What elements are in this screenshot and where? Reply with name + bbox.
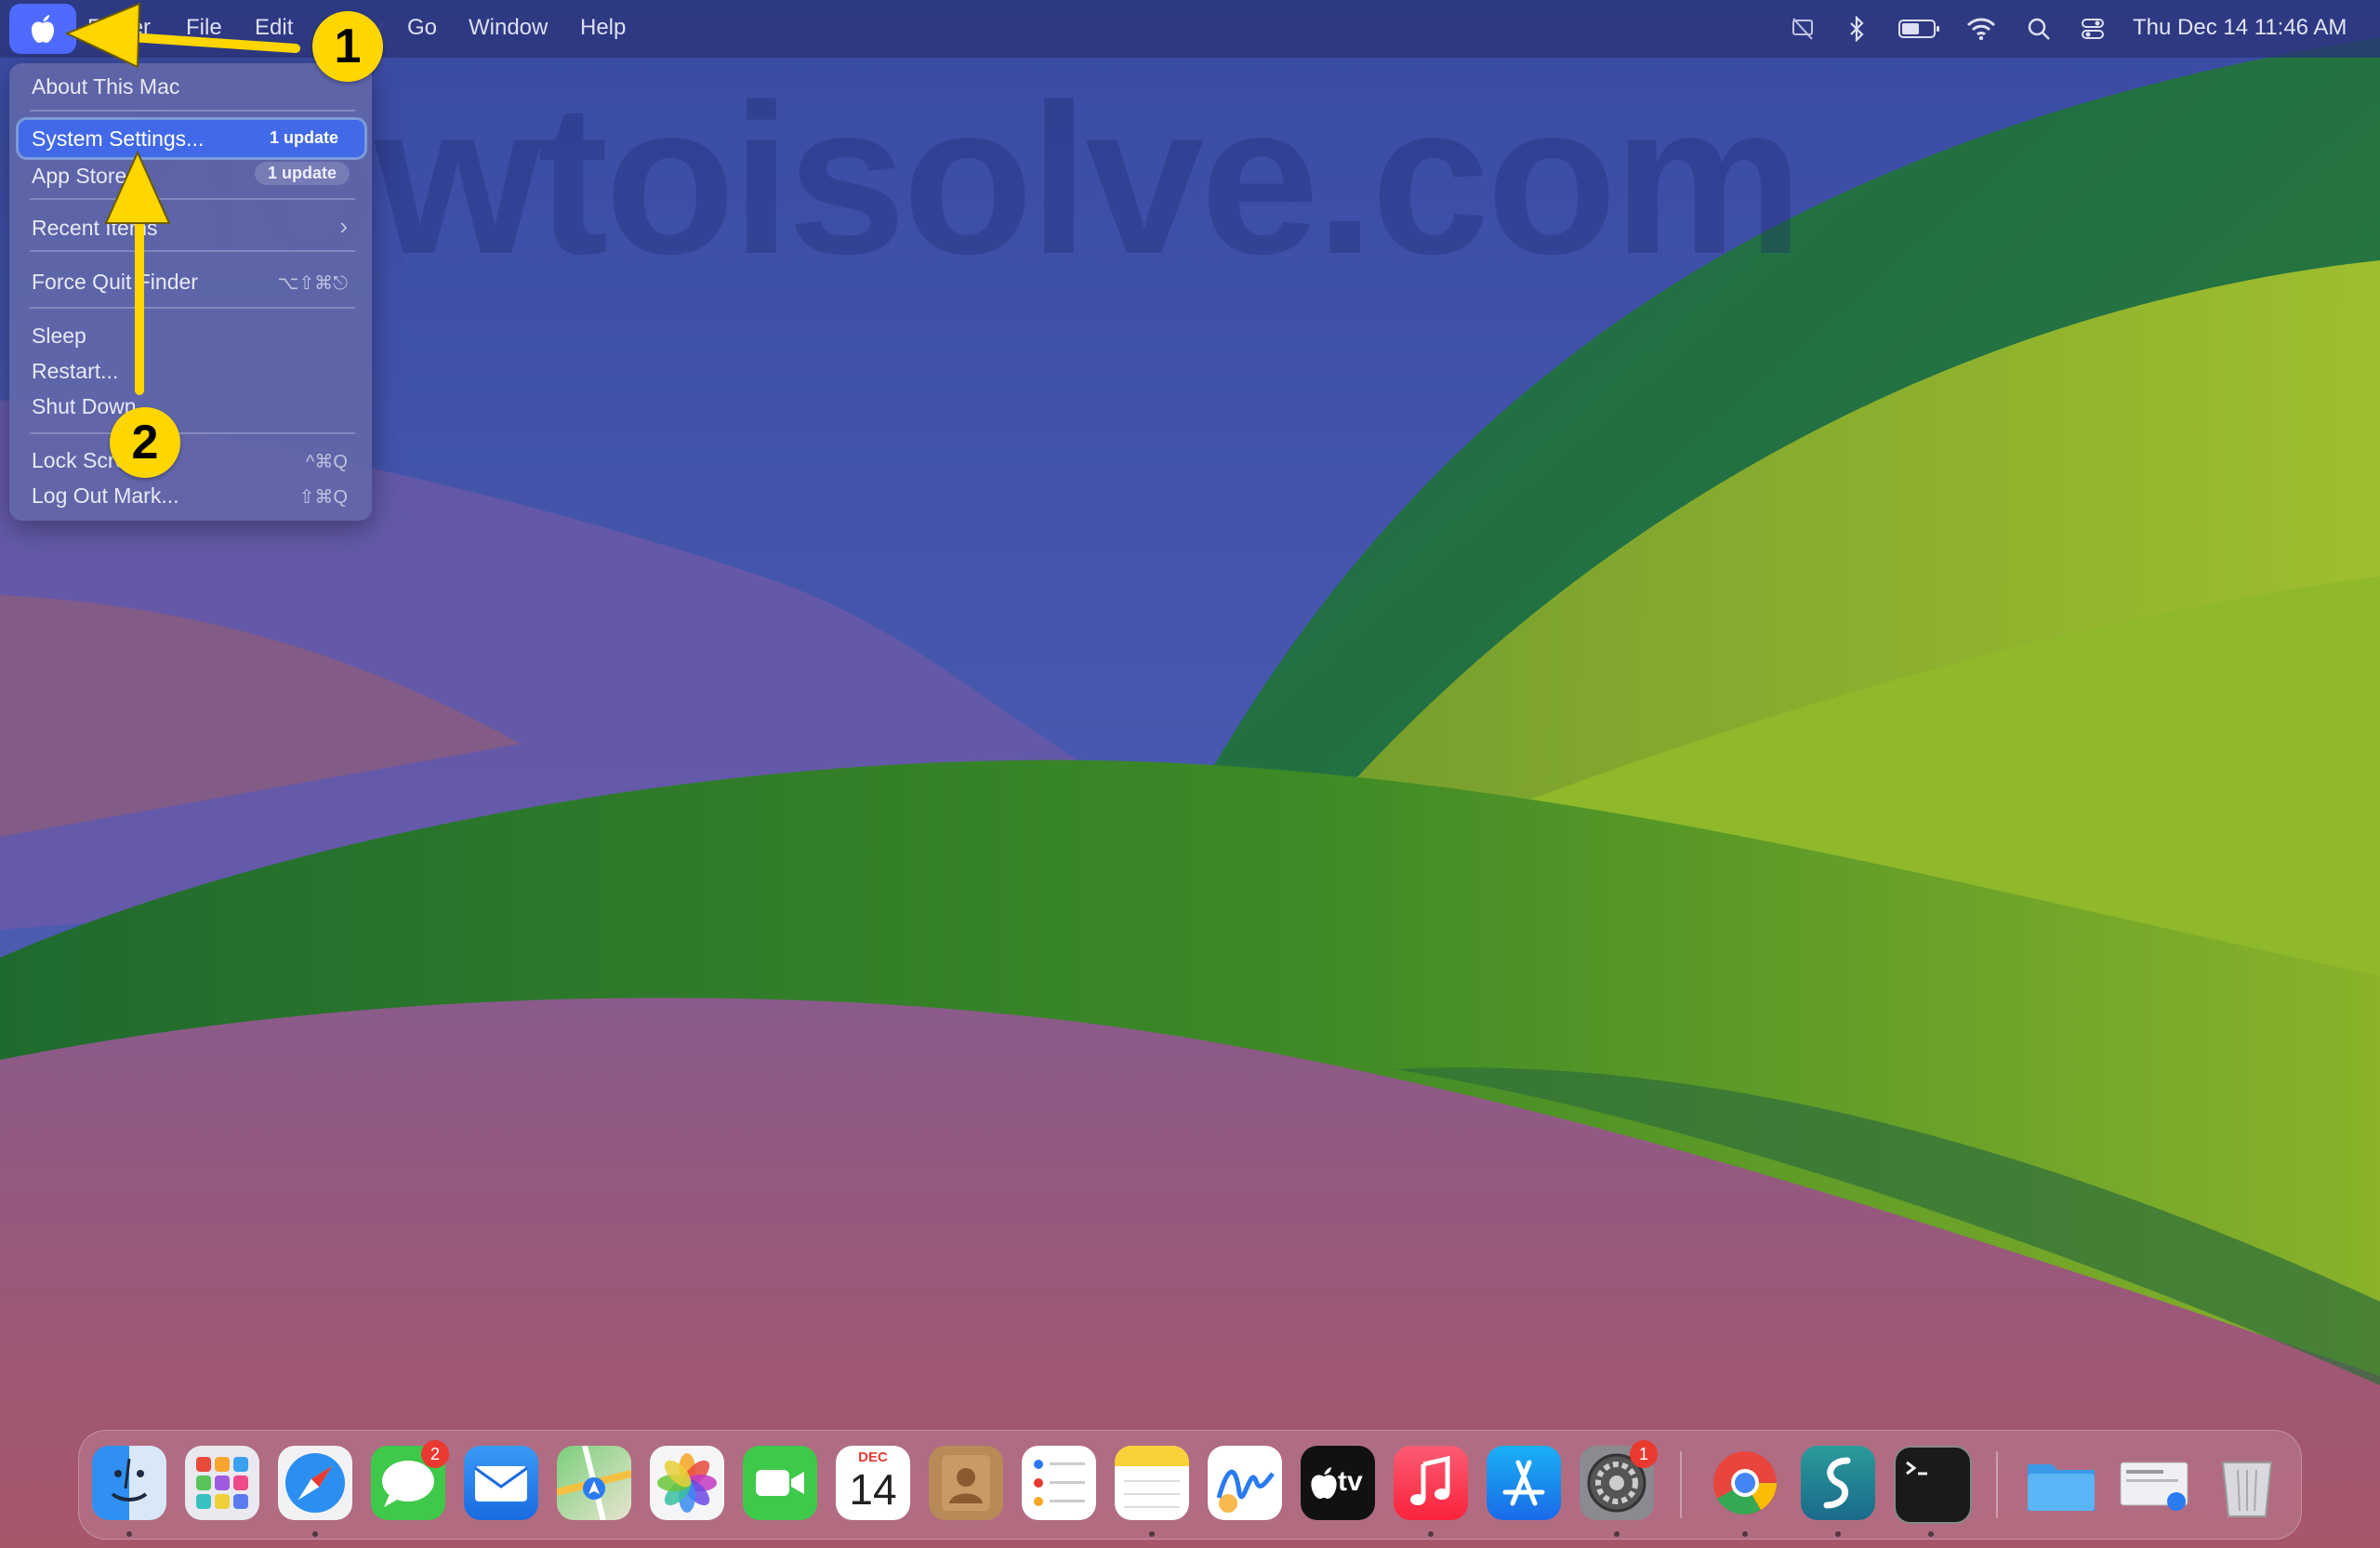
folder-icon bbox=[2028, 1464, 2095, 1511]
maps-icon bbox=[557, 1446, 631, 1520]
music-note-icon bbox=[1410, 1455, 1450, 1505]
dock-surfshark[interactable] bbox=[1801, 1446, 1875, 1520]
dock-facetime[interactable] bbox=[743, 1446, 817, 1520]
trash-icon bbox=[2221, 1462, 2273, 1517]
running-indicator bbox=[1149, 1531, 1155, 1537]
running-indicator bbox=[312, 1531, 318, 1537]
system-settings-label: System Settings... bbox=[32, 126, 205, 151]
menu-window[interactable]: Window bbox=[469, 15, 548, 41]
chevron-right-icon: › bbox=[339, 212, 348, 240]
annotation-step-1: 1 bbox=[312, 11, 383, 82]
running-indicator bbox=[1614, 1531, 1620, 1537]
force-quit-shortcut: ⌥⇧⌘⎋ bbox=[277, 273, 348, 294]
dock-photos[interactable] bbox=[650, 1446, 724, 1520]
running-indicator bbox=[1928, 1531, 1934, 1537]
control-center-icon[interactable] bbox=[2077, 13, 2109, 45]
menubar-clock[interactable]: Thu Dec 14 11:46 AM bbox=[2133, 15, 2347, 41]
app-store-a-icon bbox=[1502, 1460, 1545, 1506]
facetime-camera-icon bbox=[756, 1470, 804, 1496]
chrome-icon bbox=[1713, 1451, 1777, 1515]
screen-mirroring-off-icon[interactable] bbox=[1787, 13, 1818, 45]
system-settings-badge: 1 bbox=[1630, 1440, 1658, 1468]
dock-chrome[interactable] bbox=[1708, 1446, 1782, 1520]
contacts-person-icon bbox=[942, 1455, 990, 1511]
menu-finder[interactable]: Finder bbox=[87, 15, 151, 41]
dock-preview-stack[interactable] bbox=[2117, 1446, 2191, 1520]
menu-go[interactable]: Go bbox=[407, 15, 437, 41]
running-indicator bbox=[1742, 1531, 1748, 1537]
apple-logo-icon bbox=[32, 15, 54, 43]
running-indicator bbox=[126, 1531, 132, 1537]
dock-separator bbox=[1996, 1451, 1998, 1518]
menu-separator bbox=[30, 110, 355, 112]
app-store-update-badge: 1 update bbox=[254, 162, 350, 185]
dock-separator bbox=[1680, 1451, 1682, 1518]
battery-icon[interactable] bbox=[1897, 13, 1943, 45]
dock-music[interactable] bbox=[1394, 1446, 1468, 1520]
log-out-shortcut: ⇧⌘Q bbox=[298, 487, 348, 508]
lock-screen-shortcut: ^⌘Q bbox=[306, 452, 348, 472]
photos-flower-icon bbox=[657, 1453, 717, 1513]
dock-maps[interactable] bbox=[557, 1446, 631, 1520]
reminders-list-icon bbox=[1034, 1460, 1085, 1506]
mail-envelope-icon bbox=[474, 1466, 528, 1502]
dock-terminal[interactable] bbox=[1894, 1446, 1972, 1524]
launchpad-grid-icon bbox=[196, 1457, 248, 1509]
running-indicator bbox=[1835, 1531, 1841, 1537]
dock-app-store[interactable] bbox=[1487, 1446, 1561, 1520]
menu-help[interactable]: Help bbox=[580, 15, 626, 41]
dock-safari[interactable] bbox=[278, 1446, 352, 1520]
menu-item-app-store[interactable]: App Store... bbox=[32, 164, 144, 189]
dock-finder[interactable] bbox=[92, 1446, 166, 1520]
menu-item-force-quit[interactable]: Force Quit Finder bbox=[32, 270, 198, 295]
menu-separator bbox=[30, 250, 355, 252]
bluetooth-icon[interactable] bbox=[1841, 13, 1872, 45]
calendar-day: 14 bbox=[849, 1465, 897, 1514]
watermark-text: howtoisolve.com bbox=[121, 60, 1804, 298]
menu-file[interactable]: File bbox=[186, 15, 222, 41]
dock-reminders[interactable] bbox=[1022, 1446, 1096, 1520]
annotation-step-2: 2 bbox=[110, 407, 180, 478]
dock-notes[interactable] bbox=[1115, 1446, 1189, 1520]
menu-item-log-out[interactable]: Log Out Mark... bbox=[32, 483, 179, 509]
menu-item-system-settings[interactable]: System Settings... 1 update bbox=[19, 120, 364, 157]
menu-item-recent-items[interactable]: Recent Items bbox=[32, 216, 158, 241]
dock-mail[interactable] bbox=[464, 1446, 538, 1520]
dock-freeform[interactable] bbox=[1208, 1446, 1282, 1520]
dock-trash[interactable] bbox=[2210, 1446, 2284, 1520]
wifi-icon[interactable] bbox=[1965, 13, 1997, 45]
freeform-scribble-icon bbox=[1216, 1469, 1275, 1513]
dock: 2 DEC 14 tv 1 bbox=[78, 1430, 2302, 1540]
notes-pad-icon bbox=[1115, 1446, 1189, 1508]
safari-compass-icon bbox=[285, 1453, 345, 1513]
document-stack-icon bbox=[2120, 1462, 2188, 1511]
apple-menu-dropdown: About This Mac System Settings... 1 upda… bbox=[9, 63, 372, 521]
menu-item-sleep[interactable]: Sleep bbox=[32, 324, 86, 349]
running-indicator bbox=[1428, 1531, 1434, 1537]
dock-launchpad[interactable] bbox=[185, 1446, 259, 1520]
dock-apple-tv[interactable]: tv bbox=[1301, 1446, 1375, 1520]
terminal-prompt-icon bbox=[1906, 1461, 1927, 1475]
apple-tv-label: tv bbox=[1338, 1466, 1363, 1497]
finder-icon bbox=[111, 1458, 148, 1502]
menu-item-about-this-mac[interactable]: About This Mac bbox=[32, 74, 179, 99]
spotlight-search-icon[interactable] bbox=[2023, 13, 2055, 45]
dock-contacts[interactable] bbox=[929, 1446, 1003, 1520]
surfshark-icon bbox=[1823, 1457, 1851, 1509]
dock-calendar[interactable]: DEC 14 bbox=[836, 1446, 910, 1520]
menu-separator bbox=[30, 198, 355, 200]
messages-badge: 2 bbox=[421, 1440, 449, 1468]
system-settings-update-badge: 1 update bbox=[269, 128, 338, 147]
dock-downloads-folder[interactable] bbox=[2024, 1446, 2098, 1520]
calendar-month: DEC bbox=[858, 1449, 888, 1465]
menu-edit[interactable]: Edit bbox=[255, 15, 293, 41]
menu-separator bbox=[30, 432, 355, 434]
apple-menu-button[interactable] bbox=[9, 4, 76, 54]
apple-tv-logo-icon bbox=[1311, 1467, 1337, 1499]
menu-item-restart[interactable]: Restart... bbox=[32, 359, 118, 384]
menu-separator bbox=[30, 307, 355, 309]
